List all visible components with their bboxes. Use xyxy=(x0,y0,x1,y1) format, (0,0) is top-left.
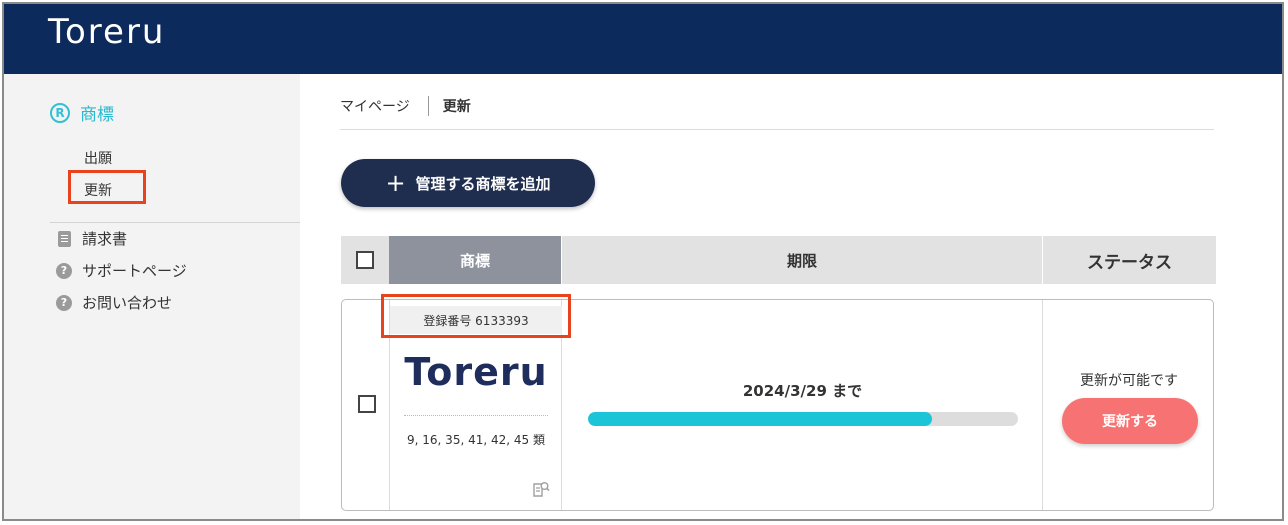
breadcrumb: マイページ 更新 xyxy=(340,96,471,116)
question-icon: ? xyxy=(56,294,72,311)
header-mark[interactable]: 商標 xyxy=(389,236,561,284)
select-all-checkbox[interactable] xyxy=(356,251,374,269)
sidebar-link-label: お問い合わせ xyxy=(82,294,173,312)
trademark-classes: 9, 16, 35, 41, 42, 45 類 xyxy=(407,433,545,447)
sidebar-link-label: サポートページ xyxy=(82,262,187,280)
registration-number-highlight-box xyxy=(381,294,571,338)
breadcrumb-divider xyxy=(340,129,1214,130)
sidebar-item-support[interactable]: ? サポートページ xyxy=(56,260,187,281)
plus-icon: + xyxy=(385,169,406,197)
breadcrumb-current: 更新 xyxy=(442,99,471,115)
sidebar-item-application[interactable]: 出願 xyxy=(84,148,112,168)
header-select-all xyxy=(341,236,389,284)
breadcrumb-separator xyxy=(427,96,429,116)
sidebar-category-label: 商標 xyxy=(80,105,114,125)
sidebar-item-invoices[interactable]: 請求書 xyxy=(56,228,127,249)
top-header: Toreru xyxy=(4,4,1282,74)
row-checkbox[interactable] xyxy=(358,395,376,413)
toreru-logo[interactable]: Toreru xyxy=(48,12,165,52)
sidebar-item-contact[interactable]: ? お問い合わせ xyxy=(56,292,172,313)
breadcrumb-mypage[interactable]: マイページ xyxy=(340,96,410,116)
column-divider xyxy=(1042,300,1043,510)
deadline-progress-fill xyxy=(588,412,932,426)
trademark-image: Toreru xyxy=(404,350,548,394)
status-text: 更新が可能です xyxy=(1080,373,1178,389)
document-icon xyxy=(56,230,72,247)
registered-icon: R xyxy=(50,102,70,123)
add-trademark-label: 管理する商標を追加 xyxy=(415,174,551,193)
header-status[interactable]: ステータス xyxy=(1042,236,1216,284)
app-window: Toreru R 商標 出願 更新 請求書 ? サポートページ ? お問い合わせ… xyxy=(2,2,1284,521)
sidebar-divider xyxy=(50,222,300,223)
sidebar-link-label: 請求書 xyxy=(82,230,128,248)
image-zoom-icon[interactable] xyxy=(532,480,550,498)
deadline-date: 2024/3/29 まで xyxy=(742,382,863,400)
header-deadline[interactable]: 期限 xyxy=(561,236,1042,284)
renewal-highlight-box xyxy=(68,170,146,204)
renew-button[interactable]: 更新する xyxy=(1062,398,1198,444)
sidebar-category-trademark[interactable]: R 商標 xyxy=(50,100,114,125)
sidebar: R 商標 出願 更新 請求書 ? サポートページ ? お問い合わせ xyxy=(4,74,300,519)
mark-separator xyxy=(404,415,548,416)
add-trademark-button[interactable]: + 管理する商標を追加 xyxy=(341,159,595,207)
deadline-progress-bar xyxy=(588,412,1018,426)
question-icon: ? xyxy=(56,262,72,279)
